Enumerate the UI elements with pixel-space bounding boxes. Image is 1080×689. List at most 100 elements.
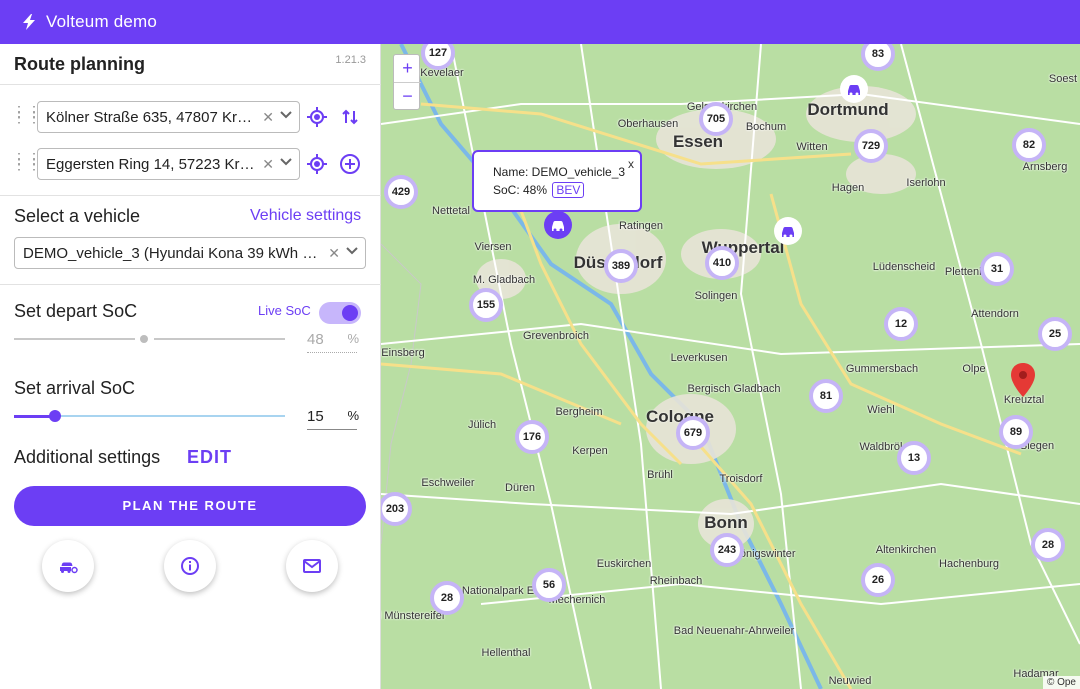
depart-soc-unit: % (347, 331, 359, 346)
charger-cluster[interactable]: 155 (469, 288, 503, 322)
chevron-down-icon[interactable] (279, 108, 293, 122)
charger-cluster[interactable]: 31 (980, 252, 1014, 286)
close-popup-button[interactable]: x (628, 157, 634, 171)
charger-cluster[interactable]: 81 (809, 379, 843, 413)
mail-button[interactable] (286, 540, 338, 592)
destination-row: ⋮⋮⋮⋮ Eggersten Ring 14, 57223 Kreuztal ✕ (0, 148, 381, 180)
charger-cluster[interactable]: 679 (676, 416, 710, 450)
town-label: Grevenbroich (522, 330, 590, 342)
my-location-icon[interactable] (305, 152, 329, 176)
town-label: Wiehl (867, 404, 895, 416)
bev-badge: BEV (552, 182, 585, 198)
depart-soc-track-left (14, 338, 135, 340)
add-waypoint-icon[interactable] (338, 152, 362, 176)
town-label: Arnsberg (1022, 161, 1068, 173)
plan-route-button[interactable]: PLAN THE ROUTE (14, 486, 366, 526)
swap-icon[interactable] (338, 105, 362, 129)
town-label: Iserlohn (906, 177, 946, 189)
clear-icon[interactable]: ✕ (262, 109, 274, 126)
popup-soc-text: SoC: 48% (493, 183, 548, 197)
arrival-soc-track (55, 415, 285, 417)
map-view[interactable]: + − Essen Dortmund Düsseldorf Wuppertal … (381, 44, 1080, 689)
popup-soc: SoC: 48% BEV (493, 182, 585, 198)
town-label: Ratingen (618, 220, 664, 232)
vehicle-marker[interactable] (840, 75, 868, 103)
town-label: Nettetal (432, 205, 470, 217)
town-label: Bad Neuenahr-Ahrweiler (673, 625, 795, 637)
charger-cluster[interactable]: 82 (1012, 128, 1046, 162)
info-button[interactable] (164, 540, 216, 592)
charger-cluster[interactable]: 28 (430, 581, 464, 615)
chevron-down-icon[interactable] (345, 244, 359, 258)
origin-field[interactable]: Kölner Straße 635, 47807 Krefeld ✕ (37, 101, 300, 133)
arrival-soc-label: Set arrival SoC (14, 378, 136, 398)
town-label: Bergisch Gladbach (687, 383, 781, 395)
depart-soc-slider-thumb[interactable] (140, 335, 148, 343)
town-label: Brühl (647, 469, 673, 481)
zoom-in-button[interactable]: + (394, 55, 421, 82)
my-location-icon[interactable] (305, 105, 329, 129)
charger-cluster[interactable]: 13 (897, 441, 931, 475)
zoom-out-button[interactable]: − (394, 83, 421, 110)
destination-value: Eggersten Ring 14, 57223 Kreuztal (46, 156, 256, 173)
charger-cluster[interactable]: 26 (861, 563, 895, 597)
city-label: Bonn (704, 513, 748, 532)
live-soc-label: Live SoC (258, 303, 311, 318)
selected-vehicle-marker[interactable] (544, 211, 572, 239)
charger-cluster[interactable]: 389 (604, 249, 638, 283)
town-label: Rheinbach (649, 575, 703, 587)
mail-icon (303, 559, 321, 573)
charger-cluster[interactable]: 176 (515, 420, 549, 454)
clear-icon[interactable]: ✕ (262, 156, 274, 173)
vehicle-value: DEMO_vehicle_3 (Hyundai Kona 39 kWh - BE… (23, 245, 319, 262)
vehicle-select[interactable]: DEMO_vehicle_3 (Hyundai Kona 39 kWh - BE… (14, 237, 366, 269)
town-label: Düren (505, 482, 535, 494)
depart-soc-input[interactable]: 48 % (307, 331, 359, 353)
town-label: Eschweiler (421, 477, 475, 489)
arrival-soc-slider-thumb[interactable] (49, 410, 61, 422)
town-label: Bad Münstereifel (381, 610, 445, 622)
chevron-down-icon[interactable] (279, 155, 293, 169)
drag-handle-icon[interactable]: ⋮⋮ ⋮⋮ (12, 104, 41, 126)
charger-cluster[interactable]: 429 (384, 175, 418, 209)
town-label: Hagen (831, 182, 865, 194)
charger-cluster[interactable]: 729 (854, 129, 888, 163)
app-title: Volteum demo (46, 12, 158, 31)
zoom-control: + − (393, 54, 421, 110)
arrival-soc-unit: % (347, 408, 359, 423)
charger-cluster[interactable]: 410 (705, 246, 739, 280)
destination-field[interactable]: Eggersten Ring 14, 57223 Kreuztal ✕ (37, 148, 300, 180)
edit-button[interactable]: EDIT (187, 447, 232, 468)
depart-soc-value: 48 (307, 331, 324, 348)
charger-cluster[interactable]: 705 (699, 102, 733, 136)
town-label: Attendorn (971, 308, 1019, 320)
clear-icon[interactable]: ✕ (328, 245, 340, 262)
town-label: Einsberg (381, 347, 425, 359)
town-label: Hachenburg (939, 558, 999, 570)
vehicle-settings-link[interactable]: Vehicle settings (250, 207, 361, 225)
vehicle-marker[interactable] (774, 217, 802, 245)
divider (0, 284, 381, 285)
live-soc-toggle[interactable] (319, 302, 361, 324)
town-label: Solingen (694, 290, 738, 302)
arrival-soc-input[interactable]: 15 % (307, 408, 359, 430)
town-label: Waldbröl (859, 441, 903, 453)
page-title: Route planning (14, 54, 145, 74)
car-icon (848, 85, 860, 96)
charger-cluster[interactable]: 243 (710, 533, 744, 567)
destination-pin-icon[interactable] (1011, 363, 1035, 397)
origin-value: Kölner Straße 635, 47807 Krefeld (46, 109, 256, 126)
depart-soc-label: Set depart SoC (14, 301, 138, 321)
arrival-soc-value: 15 (307, 408, 324, 425)
additional-settings-label: Additional settings (14, 447, 161, 467)
town-label: Olpe (962, 363, 986, 375)
vehicle-settings-button[interactable] (42, 540, 94, 592)
charger-cluster[interactable]: 25 (1038, 317, 1072, 351)
drag-handle-icon[interactable]: ⋮⋮ ⋮⋮ (12, 151, 41, 173)
town-label: M. Gladbach (472, 274, 536, 286)
map-attribution[interactable]: © Ope (1042, 676, 1080, 689)
charger-cluster[interactable]: 12 (884, 307, 918, 341)
charger-cluster[interactable]: 56 (532, 568, 566, 602)
charger-cluster[interactable]: 89 (999, 415, 1033, 449)
charger-cluster[interactable]: 28 (1031, 528, 1065, 562)
